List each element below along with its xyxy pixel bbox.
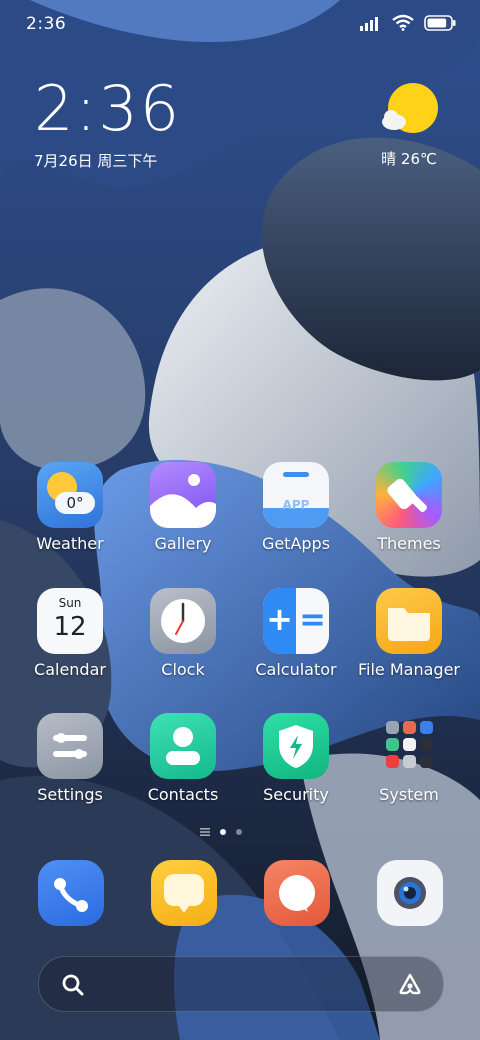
status-icons bbox=[360, 14, 456, 31]
calendar-day-name: Sun bbox=[58, 596, 82, 610]
calendar-day-number: 12 bbox=[53, 612, 87, 642]
app-weather[interactable]: 0° Weather bbox=[14, 462, 126, 553]
app-settings[interactable]: Settings bbox=[14, 713, 126, 804]
app-gallery[interactable]: Gallery bbox=[127, 462, 239, 553]
clock-time: 2:36 bbox=[34, 72, 182, 145]
clock-icon bbox=[150, 588, 216, 654]
app-contacts[interactable]: Contacts bbox=[127, 713, 239, 804]
gallery-icon bbox=[150, 462, 216, 528]
app-label: Security bbox=[263, 785, 329, 804]
file-manager-icon bbox=[376, 588, 442, 654]
app-file-manager[interactable]: File Manager bbox=[353, 588, 465, 679]
messages-icon[interactable] bbox=[151, 860, 217, 926]
app-drawer-lines-icon bbox=[200, 828, 210, 836]
weather-text: 晴 26℃ bbox=[381, 150, 437, 168]
calculator-equals: = bbox=[299, 600, 326, 638]
battery-icon bbox=[424, 14, 456, 31]
sun-with-cloud-icon bbox=[382, 83, 438, 133]
assistant-icon[interactable] bbox=[397, 972, 423, 996]
app-label: Weather bbox=[36, 534, 104, 553]
clock-widget[interactable]: 2:36 7月26日 周三下午 bbox=[34, 78, 181, 171]
app-label: Contacts bbox=[147, 785, 219, 804]
app-label: Themes bbox=[377, 534, 441, 553]
signal-icon bbox=[360, 16, 378, 31]
system-folder-icon bbox=[376, 713, 442, 779]
page-dot bbox=[236, 829, 242, 835]
app-label: System bbox=[379, 785, 439, 804]
settings-icon bbox=[37, 713, 103, 779]
calculator-plus: + bbox=[266, 600, 293, 638]
app-calendar[interactable]: Sun 12 Calendar bbox=[14, 588, 126, 679]
page-indicator[interactable] bbox=[200, 828, 242, 836]
app-label: Gallery bbox=[154, 534, 212, 553]
app-label: GetApps bbox=[261, 534, 331, 553]
status-time: 2:36 bbox=[26, 14, 67, 34]
app-label: Calculator bbox=[255, 660, 337, 679]
search-bar[interactable] bbox=[38, 956, 444, 1012]
getapps-icon: APP bbox=[263, 462, 329, 528]
wifi-icon bbox=[392, 14, 414, 31]
app-label: Clock bbox=[161, 660, 205, 679]
security-icon bbox=[263, 713, 329, 779]
app-clock[interactable]: Clock bbox=[127, 588, 239, 679]
page-dot-current bbox=[220, 829, 226, 835]
calendar-icon: Sun 12 bbox=[37, 588, 103, 654]
app-security[interactable]: Security bbox=[240, 713, 352, 804]
getapps-badge: APP bbox=[282, 498, 310, 512]
app-themes[interactable]: Themes bbox=[353, 462, 465, 553]
browser-icon[interactable] bbox=[264, 860, 330, 926]
app-system-folder[interactable]: System bbox=[353, 713, 465, 804]
app-calculator[interactable]: + = Calculator bbox=[240, 588, 352, 679]
app-getapps[interactable]: APP GetApps bbox=[240, 462, 352, 553]
app-label: File Manager bbox=[358, 660, 460, 679]
weather-temp-badge: 0° bbox=[55, 492, 95, 514]
weather-icon: 0° bbox=[37, 462, 103, 528]
camera-icon[interactable] bbox=[377, 860, 443, 926]
themes-icon bbox=[376, 462, 442, 528]
status-bar: 2:36 bbox=[0, 0, 480, 50]
app-label: Settings bbox=[37, 785, 103, 804]
search-icon bbox=[62, 974, 84, 996]
contacts-icon bbox=[150, 713, 216, 779]
calculator-icon: + = bbox=[263, 588, 329, 654]
clock-date: 7月26日 周三下午 bbox=[34, 152, 158, 170]
phone-icon[interactable] bbox=[38, 860, 104, 926]
app-label: Calendar bbox=[34, 660, 106, 679]
weather-widget[interactable]: 晴 26℃ bbox=[374, 82, 444, 169]
